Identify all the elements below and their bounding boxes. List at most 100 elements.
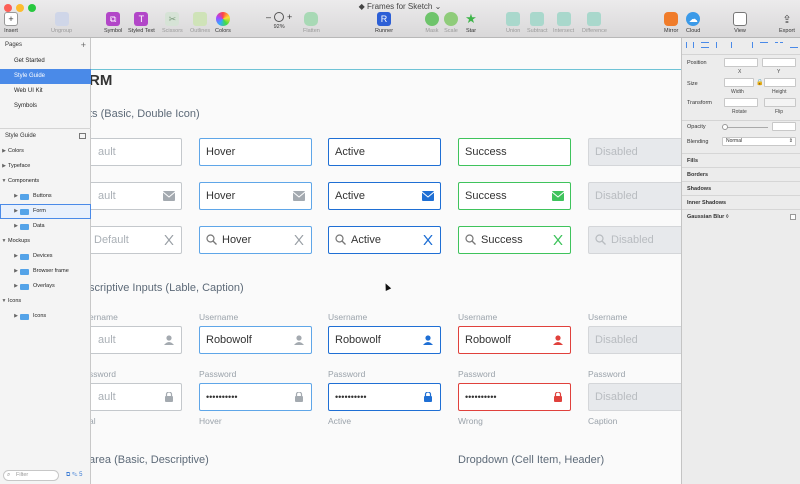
clear-icon[interactable] <box>422 235 434 245</box>
username-hover[interactable]: Robowolf <box>199 326 312 354</box>
layer-icons[interactable]: ▶ Icons <box>0 309 91 324</box>
clear-icon[interactable] <box>293 235 305 245</box>
username-default[interactable]: ault <box>91 326 182 354</box>
chevron-right-icon[interactable]: ▶ <box>12 219 20 234</box>
layer-buttons[interactable]: ▶ Buttons <box>0 189 91 204</box>
layer-icons-group[interactable]: ▼ Icons <box>0 294 91 309</box>
password-active[interactable]: •••••••••• <box>328 383 441 411</box>
layer-colors[interactable]: ▶ Colors <box>0 144 91 159</box>
chevron-right-icon[interactable]: ▶ <box>12 264 20 279</box>
height-field[interactable] <box>764 78 796 87</box>
opacity-field[interactable] <box>772 122 796 131</box>
username-active[interactable]: Robowolf <box>328 326 441 354</box>
view-button[interactable]: View <box>733 12 747 34</box>
difference-button[interactable]: Difference <box>582 12 607 34</box>
password-wrong[interactable]: •••••••••• <box>458 383 571 411</box>
star-button[interactable]: ★ Star <box>464 11 478 34</box>
input-success-search[interactable]: Success <box>458 226 571 254</box>
mask-button[interactable]: Mask <box>425 12 439 34</box>
chevron-right-icon[interactable]: ▶ <box>12 189 20 204</box>
chevron-right-icon[interactable]: ▶ <box>0 159 8 174</box>
symbol-button[interactable]: ⧉ Symbol <box>104 12 122 34</box>
align-center-icon[interactable] <box>730 42 739 48</box>
page-symbols[interactable]: Symbols <box>0 99 91 114</box>
position-x-field[interactable] <box>724 58 758 67</box>
align-middle-icon[interactable] <box>775 42 784 48</box>
scale-button[interactable]: Scale <box>444 12 458 34</box>
layer-typeface[interactable]: ▶ Typeface <box>0 159 91 174</box>
ungroup-button[interactable]: Ungroup <box>51 12 72 34</box>
layer-form[interactable]: ▶ Form <box>0 204 91 219</box>
fills-section[interactable]: Fills <box>682 153 800 167</box>
input-active-mail[interactable]: Active <box>328 182 441 210</box>
input-active-search[interactable]: Active <box>328 226 441 254</box>
distribute-icon[interactable] <box>686 42 694 48</box>
export-button[interactable]: ⇪ Export <box>779 12 795 35</box>
input-active[interactable]: Active <box>328 138 441 166</box>
flatten-button[interactable]: Flatten <box>303 12 320 34</box>
opacity-slider-handle[interactable] <box>722 124 728 130</box>
colors-button[interactable]: Colors <box>215 12 231 34</box>
flip-buttons[interactable] <box>764 98 796 107</box>
collapse-icon[interactable] <box>79 133 86 139</box>
shadows-section[interactable]: Shadows <box>682 181 800 195</box>
input-success[interactable]: Success <box>458 138 571 166</box>
password-default[interactable]: ault <box>91 383 182 411</box>
password-hover[interactable]: •••••••••• <box>199 383 312 411</box>
chevron-right-icon[interactable]: ▶ <box>0 144 8 159</box>
borders-section[interactable]: Borders <box>682 167 800 181</box>
input-default[interactable]: ault <box>91 138 182 166</box>
chevron-right-icon[interactable]: ▶ <box>12 279 20 294</box>
input-default-mail[interactable]: ault <box>91 182 182 210</box>
input-hover-search[interactable]: Hover <box>199 226 312 254</box>
styled-text-button[interactable]: T Styled Text <box>128 12 155 34</box>
cloud-button[interactable]: ☁ Cloud <box>686 12 700 34</box>
width-field[interactable] <box>724 78 754 87</box>
page-style-guide[interactable]: Style Guide <box>0 69 91 84</box>
rotate-field[interactable] <box>724 98 758 107</box>
insert-button[interactable]: + Insert <box>4 12 18 34</box>
subtract-button[interactable]: Subtract <box>527 12 547 34</box>
layer-options-icon[interactable]: ⧉ ✎ 5 <box>66 472 82 479</box>
layer-data[interactable]: ▶ Data <box>0 219 91 234</box>
input-hover[interactable]: Hover <box>199 138 312 166</box>
layer-overlays[interactable]: ▶ Overlays <box>0 279 91 294</box>
runner-button[interactable]: R Runner <box>375 12 393 34</box>
page-get-started[interactable]: Get Started <box>0 54 91 69</box>
align-top-icon[interactable] <box>760 42 769 48</box>
scissors-button[interactable]: ✂ Scissors <box>162 12 183 34</box>
inner-shadows-section[interactable]: Inner Shadows <box>682 195 800 209</box>
layer-components[interactable]: ▼ Components <box>0 174 91 189</box>
chevron-right-icon[interactable]: ▶ <box>12 249 20 264</box>
blending-select[interactable]: Normal ⇕ <box>722 137 796 146</box>
position-y-field[interactable] <box>762 58 796 67</box>
layer-browser-frame[interactable]: ▶ Browser frame <box>0 264 91 279</box>
gaussian-blur-section[interactable]: Gaussian Blur ◊ <box>682 209 800 223</box>
filter-input[interactable]: ⌕ Filter <box>3 470 59 481</box>
username-wrong[interactable]: Robowolf <box>458 326 571 354</box>
intersect-button[interactable]: Intersect <box>553 12 574 34</box>
layer-mockups[interactable]: ▼ Mockups <box>0 234 91 249</box>
align-bottom-icon[interactable] <box>789 42 798 48</box>
input-default-search[interactable]: Default <box>91 226 182 254</box>
input-hover-mail[interactable]: Hover <box>199 182 312 210</box>
chevron-down-icon[interactable]: ▼ <box>0 174 8 189</box>
mirror-button[interactable]: Mirror <box>664 12 678 34</box>
opacity-slider[interactable] <box>724 127 768 128</box>
zoom-in-button[interactable]: + <box>287 12 292 22</box>
add-page-icon[interactable]: + <box>81 38 86 52</box>
union-button[interactable]: Union <box>506 12 520 34</box>
clear-icon[interactable] <box>163 235 175 245</box>
chevron-right-icon[interactable]: ▶ <box>12 309 20 324</box>
chevron-right-icon[interactable]: ▶ <box>12 204 20 219</box>
align-left-icon[interactable] <box>715 42 724 48</box>
lock-ratio-icon[interactable]: 🔒 <box>756 79 763 86</box>
layer-devices[interactable]: ▶ Devices <box>0 249 91 264</box>
chevron-down-icon[interactable]: ▼ <box>0 234 8 249</box>
input-success-mail[interactable]: Success <box>458 182 571 210</box>
distribute-icon[interactable] <box>700 42 709 48</box>
page-web-ui-kit[interactable]: Web UI Kit <box>0 84 91 99</box>
align-right-icon[interactable] <box>745 42 754 48</box>
chevron-down-icon[interactable]: ▼ <box>0 294 8 309</box>
outlines-button[interactable]: Outlines <box>190 12 210 34</box>
